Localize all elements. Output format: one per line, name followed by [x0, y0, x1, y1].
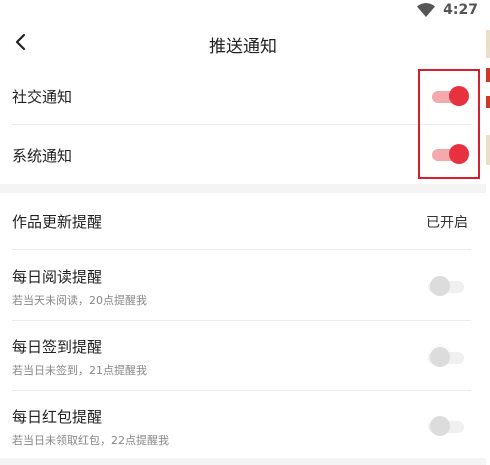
push-notification-settings-screen: 4:27 推送通知 社交通知 系统通知 作品更新提醒 已开启 每日阅读提醒 若当… — [0, 0, 490, 465]
setting-row-social: 社交通知 — [0, 66, 486, 124]
checkin-reminder-row: 每日签到提醒 若当日未签到，21点提醒我 — [0, 321, 486, 391]
setting-label: 每日签到提醒 — [12, 338, 103, 356]
edge-fragment — [486, 30, 490, 58]
checkin-reminder-toggle[interactable] — [428, 345, 466, 369]
wifi-icon — [417, 3, 436, 17]
status-time: 4:27 — [443, 2, 478, 18]
edge-fragment — [486, 96, 490, 108]
setting-label: 每日红包提醒 — [12, 408, 103, 426]
setting-description: 若当日未签到，21点提醒我 — [12, 364, 147, 377]
reading-reminder-row: 每日阅读提醒 若当天未阅读，20点提醒我 — [0, 250, 486, 320]
highlight-box — [418, 69, 480, 179]
setting-description: 若当日未领取红包，22点提醒我 — [12, 434, 169, 447]
reading-reminder-toggle[interactable] — [428, 274, 466, 298]
status-bar: 4:27 — [0, 0, 486, 22]
setting-description: 若当天未阅读，20点提醒我 — [12, 294, 147, 307]
status-value: 已开启 — [426, 215, 468, 231]
page-title: 推送通知 — [209, 37, 277, 57]
setting-label: 系统通知 — [12, 147, 73, 165]
setting-label: 社交通知 — [12, 88, 73, 106]
setting-label: 作品更新提醒 — [12, 213, 103, 231]
toggle-knob — [430, 416, 450, 436]
setting-label: 每日阅读提醒 — [12, 268, 103, 286]
edge-fragment — [486, 135, 490, 165]
background-card-edge — [486, 0, 490, 465]
red-packet-reminder-row: 每日红包提醒 若当日未领取红包，22点提醒我 — [0, 391, 486, 458]
works-update-row[interactable]: 作品更新提醒 已开启 — [0, 193, 486, 249]
reminder-section: 作品更新提醒 已开启 每日阅读提醒 若当天未阅读，20点提醒我 每日签到提醒 若… — [0, 193, 486, 458]
toggle-knob — [430, 347, 450, 367]
red-packet-reminder-toggle[interactable] — [428, 414, 466, 438]
toggle-knob — [430, 276, 450, 296]
header-bar: 推送通知 — [0, 22, 486, 66]
edge-fragment — [486, 68, 490, 82]
notification-section: 社交通知 系统通知 — [0, 66, 486, 184]
setting-row-system: 系统通知 — [0, 125, 486, 184]
